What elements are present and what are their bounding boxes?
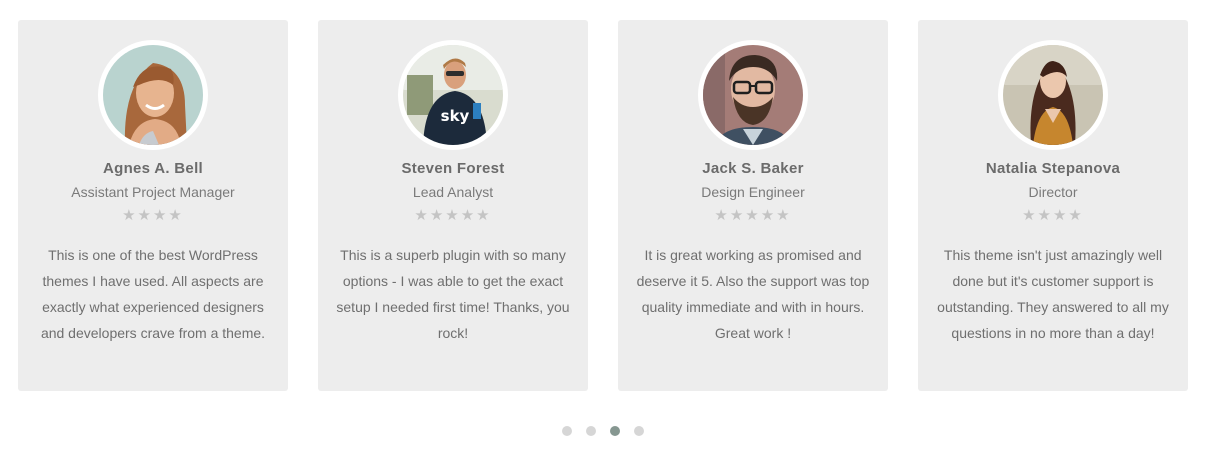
woman-portrait-icon bbox=[103, 45, 203, 145]
pagination-dot-2[interactable] bbox=[586, 426, 596, 436]
testimonial-name: Jack S. Baker bbox=[702, 160, 804, 177]
testimonial-role: Lead Analyst bbox=[412, 184, 494, 200]
carousel-pagination bbox=[0, 426, 1206, 436]
avatar bbox=[698, 40, 808, 150]
man-sunglasses-portrait-icon: sky bbox=[403, 45, 503, 145]
star-rating: ★★★★ bbox=[122, 207, 184, 224]
star-rating: ★★★★★ bbox=[414, 207, 492, 224]
avatar bbox=[998, 40, 1108, 150]
testimonial-quote: This is one of the best WordPress themes… bbox=[40, 247, 266, 341]
testimonial-quote: This is a superb plugin with so many opt… bbox=[336, 247, 570, 341]
star-rating: ★★★★ bbox=[1022, 207, 1084, 224]
testimonial-name: Natalia Stepanova bbox=[985, 160, 1121, 177]
testimonial-card: Agnes A. Bell Assistant Project Manager … bbox=[18, 20, 288, 391]
avatar bbox=[98, 40, 208, 150]
pagination-dot-3[interactable] bbox=[610, 426, 620, 436]
testimonial-quote: This theme isn't just amazingly well don… bbox=[937, 247, 1169, 341]
testimonial-carousel: Agnes A. Bell Assistant Project Manager … bbox=[0, 0, 1206, 463]
testimonial-quote: It is great working as promised and dese… bbox=[636, 247, 870, 341]
testimonial-card: Jack S. Baker Design Engineer ★★★★★ It i… bbox=[618, 20, 888, 391]
testimonial-role: Design Engineer bbox=[701, 184, 805, 200]
testimonial-card: sky Steven Forest Lead Analyst ★★★★★ Thi… bbox=[318, 20, 588, 391]
avatar: sky bbox=[398, 40, 508, 150]
svg-text:sky: sky bbox=[441, 107, 470, 125]
man-glasses-beard-portrait-icon bbox=[703, 45, 803, 145]
testimonial-role: Assistant Project Manager bbox=[71, 184, 235, 200]
testimonial-name: Agnes A. Bell bbox=[102, 160, 204, 177]
testimonial-card: Natalia Stepanova Director ★★★★ This the… bbox=[918, 20, 1188, 391]
woman-long-hair-portrait-icon bbox=[1003, 45, 1103, 145]
pagination-dot-4[interactable] bbox=[634, 426, 644, 436]
testimonial-name: Steven Forest bbox=[401, 160, 505, 177]
star-rating: ★★★★★ bbox=[714, 207, 792, 224]
pagination-dot-1[interactable] bbox=[562, 426, 572, 436]
testimonial-role: Director bbox=[1028, 184, 1078, 200]
